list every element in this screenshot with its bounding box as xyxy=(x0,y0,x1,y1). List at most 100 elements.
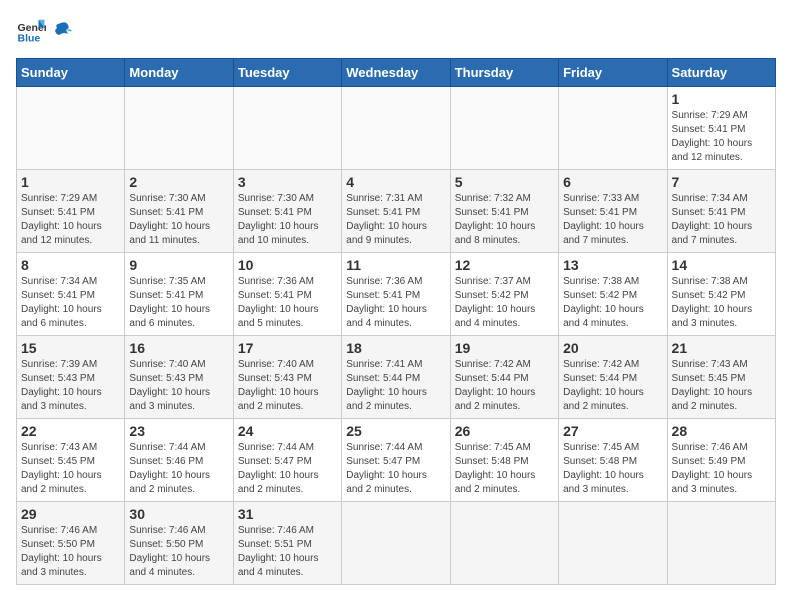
calendar-cell: 8 Sunrise: 7:34 AM Sunset: 5:41 PM Daylig… xyxy=(17,253,125,336)
calendar-cell: 2 Sunrise: 7:30 AM Sunset: 5:41 PM Daylig… xyxy=(125,170,233,253)
calendar-cell: 14 Sunrise: 7:38 AM Sunset: 5:42 PM Dayli… xyxy=(667,253,775,336)
logo: General Blue xyxy=(16,16,72,46)
calendar-cell: 16Sunrise: 7:40 AM Sunset: 5:43 PM Dayli… xyxy=(125,336,233,419)
calendar-week-1: 1Sunrise: 7:29 AM Sunset: 5:41 PM Daylig… xyxy=(17,170,776,253)
day-detail: Sunrise: 7:46 AM Sunset: 5:50 PM Dayligh… xyxy=(129,524,228,580)
calendar-cell: 18 Sunrise: 7:41 AM Sunset: 5:44 PM Dayli… xyxy=(342,336,450,419)
calendar-cell xyxy=(17,87,125,170)
day-detail: Sunrise: 7:43 AM Sunset: 5:45 PM Dayligh… xyxy=(21,441,120,497)
day-detail: Sunrise: 7:32 AM Sunset: 5:41 PM Dayligh… xyxy=(455,192,554,248)
day-detail: Sunrise: 7:42 AM Sunset: 5:44 PM Dayligh… xyxy=(563,358,662,414)
calendar-cell: 28 Sunrise: 7:46 AM Sunset: 5:49 PM Dayli… xyxy=(667,419,775,502)
day-number: 27 xyxy=(563,423,662,439)
day-number: 28 xyxy=(672,423,771,439)
calendar-cell: 29Sunrise: 7:46 AM Sunset: 5:50 PM Dayli… xyxy=(17,502,125,585)
day-detail: Sunrise: 7:31 AM Sunset: 5:41 PM Dayligh… xyxy=(346,192,445,248)
day-number: 5 xyxy=(455,174,554,190)
svg-text:Blue: Blue xyxy=(18,33,41,45)
day-detail: Sunrise: 7:29 AM Sunset: 5:41 PM Dayligh… xyxy=(672,109,771,165)
calendar-header: SundayMondayTuesdayWednesdayThursdayFrid… xyxy=(17,59,776,87)
calendar-cell: 31Sunrise: 7:46 AM Sunset: 5:51 PM Dayli… xyxy=(233,502,341,585)
calendar-week-0: 1 Sunrise: 7:29 AM Sunset: 5:41 PM Daylig… xyxy=(17,87,776,170)
calendar-cell xyxy=(450,502,558,585)
day-detail: Sunrise: 7:40 AM Sunset: 5:43 PM Dayligh… xyxy=(238,358,337,414)
calendar-cell: 7Sunrise: 7:34 AM Sunset: 5:41 PM Daylig… xyxy=(667,170,775,253)
day-detail: Sunrise: 7:46 AM Sunset: 5:50 PM Dayligh… xyxy=(21,524,120,580)
calendar-cell: 1 Sunrise: 7:29 AM Sunset: 5:41 PM Daylig… xyxy=(667,87,775,170)
day-number: 24 xyxy=(238,423,337,439)
day-number: 11 xyxy=(346,257,445,273)
calendar-cell: 26Sunrise: 7:45 AM Sunset: 5:48 PM Dayli… xyxy=(450,419,558,502)
day-number: 21 xyxy=(672,340,771,356)
calendar-cell xyxy=(559,87,667,170)
calendar-cell: 25Sunrise: 7:44 AM Sunset: 5:47 PM Dayli… xyxy=(342,419,450,502)
calendar-cell: 15 Sunrise: 7:39 AM Sunset: 5:43 PM Dayli… xyxy=(17,336,125,419)
day-number: 14 xyxy=(672,257,771,273)
calendar-cell: 9 Sunrise: 7:35 AM Sunset: 5:41 PM Daylig… xyxy=(125,253,233,336)
calendar-body: 1 Sunrise: 7:29 AM Sunset: 5:41 PM Daylig… xyxy=(17,87,776,585)
day-number: 23 xyxy=(129,423,228,439)
calendar-week-5: 29Sunrise: 7:46 AM Sunset: 5:50 PM Dayli… xyxy=(17,502,776,585)
header-row: SundayMondayTuesdayWednesdayThursdayFrid… xyxy=(17,59,776,87)
day-detail: Sunrise: 7:33 AM Sunset: 5:41 PM Dayligh… xyxy=(563,192,662,248)
day-detail: Sunrise: 7:34 AM Sunset: 5:41 PM Dayligh… xyxy=(21,275,120,331)
day-number: 18 xyxy=(346,340,445,356)
calendar-cell xyxy=(667,502,775,585)
header-wednesday: Wednesday xyxy=(342,59,450,87)
day-detail: Sunrise: 7:43 AM Sunset: 5:45 PM Dayligh… xyxy=(672,358,771,414)
calendar-cell xyxy=(342,87,450,170)
day-number: 8 xyxy=(21,257,120,273)
day-number: 15 xyxy=(21,340,120,356)
calendar-cell: 20 Sunrise: 7:42 AM Sunset: 5:44 PM Dayli… xyxy=(559,336,667,419)
day-detail: Sunrise: 7:41 AM Sunset: 5:44 PM Dayligh… xyxy=(346,358,445,414)
day-detail: Sunrise: 7:35 AM Sunset: 5:41 PM Dayligh… xyxy=(129,275,228,331)
calendar-cell: 23 Sunrise: 7:44 AM Sunset: 5:46 PM Dayli… xyxy=(125,419,233,502)
calendar-week-2: 8 Sunrise: 7:34 AM Sunset: 5:41 PM Daylig… xyxy=(17,253,776,336)
day-number: 1 xyxy=(21,174,120,190)
header-monday: Monday xyxy=(125,59,233,87)
calendar-cell: 4 Sunrise: 7:31 AM Sunset: 5:41 PM Daylig… xyxy=(342,170,450,253)
day-number: 4 xyxy=(346,174,445,190)
day-detail: Sunrise: 7:30 AM Sunset: 5:41 PM Dayligh… xyxy=(129,192,228,248)
logo-icon: General Blue xyxy=(16,16,46,46)
day-detail: Sunrise: 7:44 AM Sunset: 5:47 PM Dayligh… xyxy=(346,441,445,497)
calendar-cell: 22 Sunrise: 7:43 AM Sunset: 5:45 PM Dayli… xyxy=(17,419,125,502)
calendar-cell xyxy=(559,502,667,585)
calendar-cell: 10Sunrise: 7:36 AM Sunset: 5:41 PM Dayli… xyxy=(233,253,341,336)
header-sunday: Sunday xyxy=(17,59,125,87)
day-number: 9 xyxy=(129,257,228,273)
day-number: 26 xyxy=(455,423,554,439)
day-detail: Sunrise: 7:36 AM Sunset: 5:41 PM Dayligh… xyxy=(238,275,337,331)
day-detail: Sunrise: 7:46 AM Sunset: 5:49 PM Dayligh… xyxy=(672,441,771,497)
calendar-cell: 24 Sunrise: 7:44 AM Sunset: 5:47 PM Dayli… xyxy=(233,419,341,502)
calendar-cell xyxy=(450,87,558,170)
day-detail: Sunrise: 7:39 AM Sunset: 5:43 PM Dayligh… xyxy=(21,358,120,414)
day-number: 31 xyxy=(238,506,337,522)
day-number: 20 xyxy=(563,340,662,356)
day-detail: Sunrise: 7:44 AM Sunset: 5:46 PM Dayligh… xyxy=(129,441,228,497)
calendar-cell: 11 Sunrise: 7:36 AM Sunset: 5:41 PM Dayli… xyxy=(342,253,450,336)
header-friday: Friday xyxy=(559,59,667,87)
day-number: 7 xyxy=(672,174,771,190)
day-detail: Sunrise: 7:40 AM Sunset: 5:43 PM Dayligh… xyxy=(129,358,228,414)
day-number: 2 xyxy=(129,174,228,190)
calendar-week-4: 22 Sunrise: 7:43 AM Sunset: 5:45 PM Dayli… xyxy=(17,419,776,502)
header-saturday: Saturday xyxy=(667,59,775,87)
calendar-cell xyxy=(125,87,233,170)
day-number: 6 xyxy=(563,174,662,190)
header-tuesday: Tuesday xyxy=(233,59,341,87)
calendar-week-3: 15 Sunrise: 7:39 AM Sunset: 5:43 PM Dayli… xyxy=(17,336,776,419)
day-detail: Sunrise: 7:38 AM Sunset: 5:42 PM Dayligh… xyxy=(672,275,771,331)
calendar-cell: 1Sunrise: 7:29 AM Sunset: 5:41 PM Daylig… xyxy=(17,170,125,253)
day-detail: Sunrise: 7:38 AM Sunset: 5:42 PM Dayligh… xyxy=(563,275,662,331)
calendar-cell: 6 Sunrise: 7:33 AM Sunset: 5:41 PM Daylig… xyxy=(559,170,667,253)
day-detail: Sunrise: 7:44 AM Sunset: 5:47 PM Dayligh… xyxy=(238,441,337,497)
day-number: 22 xyxy=(21,423,120,439)
calendar-cell xyxy=(233,87,341,170)
day-detail: Sunrise: 7:36 AM Sunset: 5:41 PM Dayligh… xyxy=(346,275,445,331)
day-number: 1 xyxy=(672,91,771,107)
day-detail: Sunrise: 7:37 AM Sunset: 5:42 PM Dayligh… xyxy=(455,275,554,331)
logo-bird-icon xyxy=(50,20,72,42)
day-number: 13 xyxy=(563,257,662,273)
calendar-cell: 21 Sunrise: 7:43 AM Sunset: 5:45 PM Dayli… xyxy=(667,336,775,419)
